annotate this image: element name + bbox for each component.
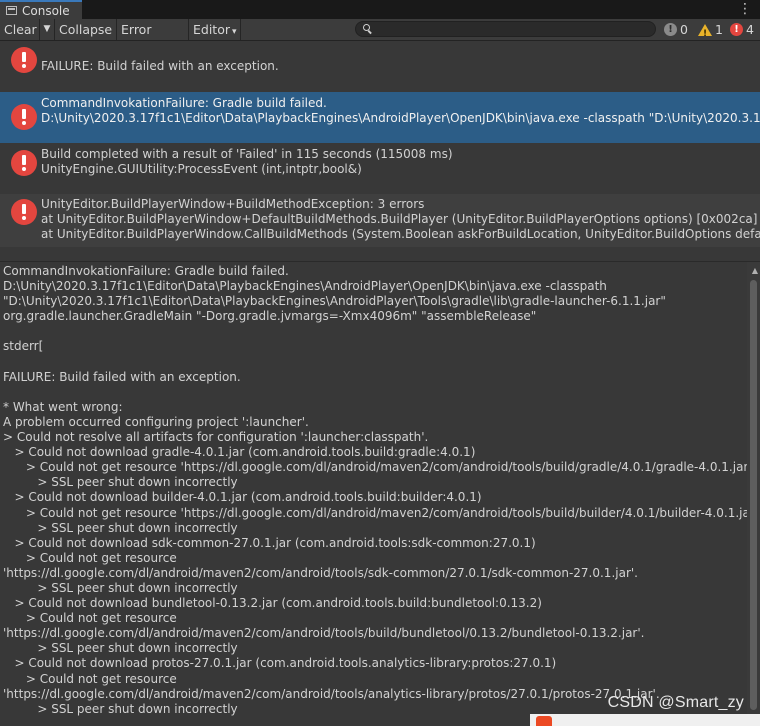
title-bar: Console ⋮	[0, 0, 760, 19]
log-entry[interactable]: UnityEditor.BuildPlayerWindow+BuildMetho…	[0, 194, 760, 247]
log-entry-list: FAILURE: Build failed with an exception.…	[0, 41, 760, 247]
scroll-up-arrow-icon[interactable]: ▲	[752, 266, 758, 275]
stack-trace-line	[3, 324, 743, 339]
stack-trace-line	[3, 385, 743, 400]
search-icon	[363, 24, 370, 31]
chevron-down-icon: ▾	[232, 27, 237, 37]
stack-trace-line: > SSL peer shut down incorrectly	[3, 475, 238, 490]
error-icon	[11, 47, 37, 73]
tab-console[interactable]: Console	[0, 0, 82, 19]
error-icon	[11, 199, 37, 225]
stack-trace-line: > Could not get resource 'https://dl.goo…	[3, 460, 756, 475]
log-entry[interactable]: Build completed with a result of 'Failed…	[0, 143, 760, 194]
stack-trace-line: stderr[	[3, 339, 44, 354]
clear-button[interactable]: Clear	[0, 19, 40, 40]
stack-trace-line: > Could not get resource	[3, 550, 177, 565]
clear-options-dropdown-icon[interactable]: ▼	[40, 19, 55, 40]
log-count: 0	[680, 22, 688, 37]
stack-trace-line: * What went wrong:	[3, 399, 123, 414]
stack-trace-line: > Could not get resource	[3, 671, 177, 686]
pane-splitter[interactable]	[0, 247, 760, 262]
input-method-logo-icon	[536, 716, 552, 726]
tab-console-label: Console	[22, 3, 70, 18]
log-count-toggle[interactable]: ! 0	[664, 20, 688, 39]
log-entry-line: UnityEditor.BuildPlayerWindow+BuildMetho…	[41, 197, 425, 211]
error-count: 4	[746, 22, 754, 37]
stack-trace-line: > Could not resolve all artifacts for co…	[3, 430, 429, 445]
watermark: CSDN @Smart_zy	[607, 694, 744, 711]
warning-count-toggle[interactable]: 1	[698, 20, 723, 44]
log-entry-line: CommandInvokationFailure: Gradle build f…	[41, 96, 327, 110]
stack-trace-line: > Could not download gradle-4.0.1.jar (c…	[3, 445, 476, 460]
stack-trace-detail-pane[interactable]: CommandInvokationFailure: Gradle build f…	[0, 262, 760, 726]
collapse-toggle[interactable]: Collapse	[55, 19, 117, 40]
stack-trace-line: CommandInvokationFailure: Gradle build f…	[3, 264, 289, 278]
stack-trace-line: "D:\Unity\2020.3.17f1c1\Editor\Data\Play…	[3, 294, 666, 309]
stack-trace-line: > SSL peer shut down incorrectly	[3, 520, 238, 535]
console-window: Console ⋮ Clear ▼ Collapse Error Pause E…	[0, 0, 760, 726]
editor-dropdown-label: Editor	[193, 22, 230, 37]
error-icon	[11, 104, 37, 130]
log-entry-line: at UnityEditor.BuildPlayerWindow.CallBui…	[41, 227, 760, 241]
stack-trace-line: A problem occurred configuring project '…	[3, 414, 309, 429]
stack-trace-line: FAILURE: Build failed with an exception.	[3, 369, 241, 384]
stack-trace-line: > SSL peer shut down incorrectly	[3, 641, 238, 656]
stack-trace-line: 'https://dl.google.com/dl/android/maven2…	[3, 626, 645, 641]
stack-trace-line: 'https://dl.google.com/dl/android/maven2…	[3, 565, 638, 580]
error-count-toggle[interactable]: ! 4	[730, 20, 754, 39]
error-pause-toggle[interactable]: Error Pause	[117, 19, 189, 58]
stack-trace-line: > SSL peer shut down incorrectly	[3, 580, 238, 595]
error-icon	[11, 150, 37, 176]
log-entry[interactable]: FAILURE: Build failed with an exception.	[0, 41, 760, 92]
info-icon: !	[664, 23, 677, 36]
stack-trace-line: D:\Unity\2020.3.17f1c1\Editor\Data\Playb…	[3, 279, 607, 294]
log-entry-selected[interactable]: CommandInvokationFailure: Gradle build f…	[0, 92, 760, 143]
warning-icon	[698, 23, 712, 44]
kebab-menu-icon[interactable]: ⋮	[738, 1, 752, 17]
stack-trace-line: > Could not download protos-27.0.1.jar (…	[3, 656, 557, 671]
stack-trace-line: > Could not get resource	[3, 611, 177, 626]
stack-trace-line: > Could not download sdk-common-27.0.1.j…	[3, 535, 536, 550]
log-entry-line: UnityEngine.GUIUtility:ProcessEvent (int…	[41, 162, 362, 176]
error-icon: !	[730, 23, 743, 36]
warning-count: 1	[715, 22, 723, 37]
stack-trace-line: org.gradle.launcher.GradleMain "-Dorg.gr…	[3, 309, 537, 324]
stack-trace-line: > Could not download builder-4.0.1.jar (…	[3, 490, 482, 505]
log-entry-line: Build completed with a result of 'Failed…	[41, 147, 453, 161]
search-input[interactable]	[355, 21, 656, 37]
system-tray	[530, 714, 760, 726]
log-entry-line: at UnityEditor.BuildPlayerWindow+Default…	[41, 212, 760, 226]
stack-trace-line: > Could not download bundletool-0.13.2.j…	[3, 596, 542, 611]
stack-trace-line	[3, 355, 743, 370]
editor-dropdown[interactable]: Editor ▾	[189, 19, 241, 40]
scrollbar-thumb[interactable]	[750, 280, 757, 710]
log-entry-line: D:\Unity\2020.3.17f1c1\Editor\Data\Playb…	[41, 111, 760, 125]
console-tab-icon	[6, 6, 17, 15]
stack-trace-text[interactable]: CommandInvokationFailure: Gradle build f…	[3, 264, 760, 717]
log-entry-line: FAILURE: Build failed with an exception.	[41, 59, 279, 73]
stack-trace-line: > Could not get resource 'https://dl.goo…	[3, 505, 760, 520]
